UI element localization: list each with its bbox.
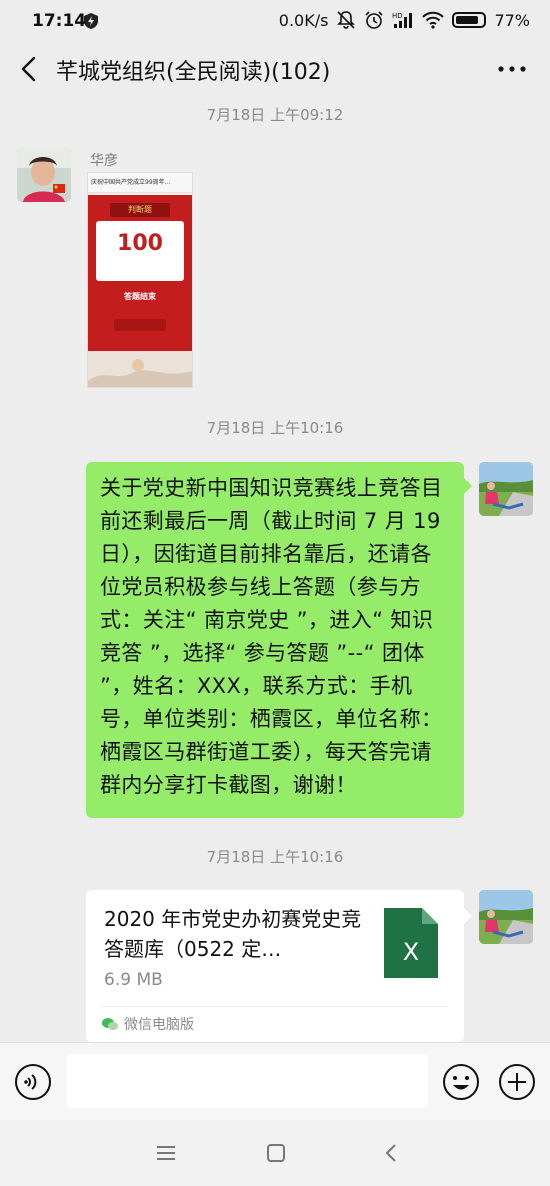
battery-icon [452, 12, 487, 28]
network-speed: 0.0K/s [278, 10, 329, 30]
file-type-letter: X [403, 938, 419, 966]
wifi-icon [422, 11, 445, 29]
timestamp: 7月18日 上午09:12 [206, 106, 344, 124]
file-source: 微信电脑版 [102, 1014, 194, 1034]
avatar-photo [17, 148, 71, 202]
home-icon[interactable] [262, 1140, 290, 1166]
chat-header: 芊城党组织(全民阅读)(102) [0, 44, 550, 94]
chat-title: 芊城党组织(全民阅读)(102) [56, 60, 331, 85]
file-name: 2020 年市党史办初赛党史竞答题库（0522 定… [104, 907, 362, 961]
status-time: 17:14 [32, 11, 87, 31]
system-nav-bar [0, 1120, 550, 1186]
input-bar [0, 1042, 550, 1121]
svg-text:HD: HD [392, 12, 403, 20]
my-avatar[interactable] [479, 462, 533, 516]
back-triangle-icon[interactable] [378, 1140, 406, 1166]
my-avatar[interactable] [479, 890, 533, 944]
status-right-group: 0.0K/s HD 77% [279, 10, 530, 30]
battery-percent: 77% [494, 10, 530, 30]
emoji-icon[interactable] [442, 1063, 480, 1101]
alarm-icon [365, 11, 384, 29]
avatar[interactable] [17, 148, 71, 202]
sender-name: 华彦 [90, 153, 118, 169]
image-message[interactable]: 庆祝中国共产党成立99周年... 判断题 100 答题结束 [87, 172, 193, 388]
score-value: 100 [117, 231, 163, 256]
excel-file-icon: X [384, 908, 438, 978]
timestamp: 7月18日 上午10:16 [206, 419, 344, 437]
file-message-card[interactable]: 2020 年市党史办初赛党史竞答题库（0522 定… 6.9 MB X 微信电脑… [86, 890, 472, 1042]
voice-icon[interactable] [14, 1063, 52, 1101]
image-banner: 判断题 [110, 203, 170, 217]
plus-icon[interactable] [498, 1063, 536, 1101]
decorative-clouds [88, 359, 192, 387]
status-bar: 17:14 0.0K/s HD 77% [0, 0, 550, 44]
avatar-photo [479, 462, 533, 516]
mute-bell-icon [337, 11, 356, 29]
image-topbar: 庆祝中国共产党成立99周年... [88, 173, 192, 193]
score-card: 100 [96, 221, 184, 281]
chat-area[interactable]: 7月18日 上午09:12 华彦 庆祝中国共产党成立99周年... 判断题 10… [0, 94, 550, 1042]
image-inner-button [114, 319, 166, 331]
timestamp: 7月18日 上午10:16 [206, 848, 344, 866]
file-source-label: 微信电脑版 [124, 1017, 194, 1033]
file-divider [102, 1006, 448, 1007]
score-card-footer [96, 256, 184, 262]
menu-icon[interactable] [152, 1140, 180, 1166]
shield-icon [84, 13, 98, 29]
image-red-area: 判断题 100 答题结束 [88, 195, 192, 351]
avatar-photo [479, 890, 533, 944]
message-input[interactable] [66, 1054, 428, 1108]
chevron-left-icon[interactable] [14, 52, 44, 86]
quiz-done-text: 答题结束 [124, 292, 156, 301]
text-message-bubble[interactable]: 关于党史新中国知识竞赛线上竞答目前还剩最后一周（截止时间 7 月 19 日），因… [86, 462, 472, 818]
wechat-icon [102, 1018, 118, 1030]
hd-signal-icon: HD [392, 12, 413, 28]
more-dots-icon[interactable] [496, 54, 528, 84]
image-bottom-area [88, 351, 192, 387]
file-size: 6.9 MB [104, 970, 163, 990]
